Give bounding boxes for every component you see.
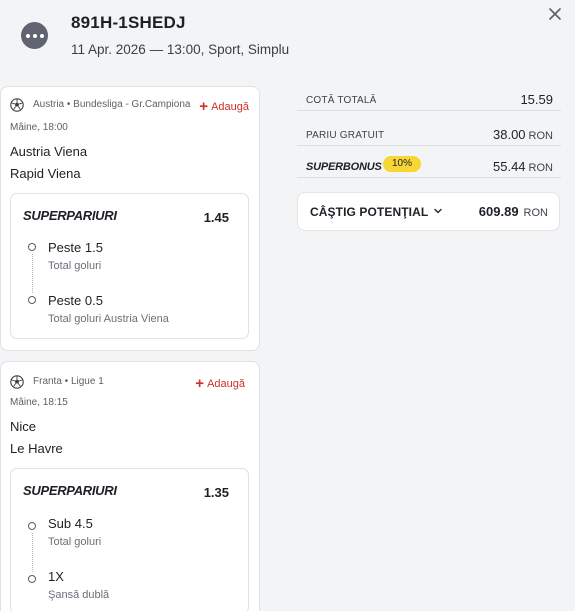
league-name: Franta • Ligue 1 (33, 376, 104, 387)
superpariuri-odd: 1.45 (203, 210, 229, 225)
currency-label: RON (523, 207, 548, 219)
leg-market: Total goluri (48, 536, 102, 548)
potential-win-amount: 609.89 RON (479, 204, 548, 219)
superpariuri-box: SUPERPARIURI 1.45 Peste 1.5 Total goluri… (10, 193, 249, 339)
leg-dot-icon (28, 575, 36, 583)
potential-win-toggle[interactable]: CÂŞTIG POTENŢIAL 609.89 RON (298, 193, 559, 230)
close-icon[interactable] (546, 5, 564, 23)
leg-market: Total goluri (48, 260, 102, 272)
potential-win-label: CÂŞTIG POTENŢIAL (310, 205, 429, 219)
home-team: Nice (10, 419, 37, 434)
plus-icon: + (199, 98, 209, 115)
league-row: Austria • Bundesliga - Gr.Campiona + Adau… (10, 98, 251, 115)
total-odds-value: 15.59 (520, 92, 553, 107)
soccer-ball-icon (10, 375, 24, 389)
leg-dot-icon (28, 296, 36, 304)
superbonus-amount: 55.44 RON (493, 159, 553, 174)
superbonus-value: 55.44 (493, 159, 526, 174)
superbonus-row: SUPERBONUS 10% 55.44 RON (297, 150, 561, 178)
leg-name: Peste 0.5 (48, 293, 103, 308)
away-team: Le Havre (10, 441, 63, 456)
superpariuri-title: SUPERPARIURI (23, 208, 117, 223)
free-bet-amount: 38.00 RON (493, 127, 553, 142)
add-button[interactable]: + Adaugă (195, 375, 245, 392)
ticket-header: 891H-1SHEDJ 11 Apr. 2026 — 13:00, Sport,… (0, 0, 575, 80)
soccer-ball-icon (10, 98, 24, 112)
league-row: Franta • Ligue 1 + Adaugă (10, 375, 251, 392)
currency-label: RON (528, 162, 553, 174)
more-options-icon[interactable] (21, 22, 48, 49)
event-card: Austria • Bundesliga - Gr.Campiona + Adau… (0, 86, 260, 351)
leg-market: Total goluri Austria Viena (48, 313, 169, 325)
add-label: Adaugă (207, 378, 245, 390)
event-card: Franta • Ligue 1 + Adaugă Mâine, 18:15 Ni… (0, 361, 260, 611)
leg-dot-icon (28, 243, 36, 251)
plus-icon: + (195, 375, 205, 392)
leg-connector (31, 533, 33, 572)
leg-market: Şansă dublă (48, 589, 110, 601)
match-time: Mâine, 18:15 (10, 397, 68, 408)
away-team: Rapid Viena (10, 166, 81, 181)
free-bet-label: PARIU GRATUIT (306, 130, 385, 141)
leg-name: 1X (48, 569, 64, 584)
leg-name: Sub 4.5 (48, 516, 93, 531)
potential-win-value: 609.89 (478, 204, 519, 219)
currency-label: RON (528, 130, 553, 142)
leg-name: Peste 1.5 (48, 240, 103, 255)
leg-dot-icon (28, 522, 36, 530)
chevron-down-icon (434, 208, 442, 214)
superbonus-percent-badge: 10% (383, 156, 422, 172)
free-bet-value: 38.00 (493, 127, 526, 142)
total-odds-label: COTĂ TOTALĂ (306, 95, 377, 106)
ticket-meta: 11 Apr. 2026 — 13:00, Sport, Simplu (71, 42, 290, 57)
ticket-id: 891H-1SHEDJ (71, 13, 186, 32)
league-name: Austria • Bundesliga - Gr.Campiona (33, 99, 191, 110)
home-team: Austria Viena (10, 144, 88, 159)
superpariuri-title: SUPERPARIURI (23, 483, 117, 498)
leg-connector (31, 254, 33, 293)
total-odds-row: COTĂ TOTALĂ 15.59 (297, 83, 561, 111)
add-button[interactable]: + Adaugă (199, 98, 249, 115)
superpariuri-box: SUPERPARIURI 1.35 Sub 4.5 Total goluri 1… (10, 468, 249, 611)
free-bet-row: PARIU GRATUIT 38.00 RON (297, 118, 561, 146)
add-label: Adaugă (211, 101, 249, 113)
match-time: Mâine, 18:00 (10, 122, 68, 133)
superpariuri-odd: 1.35 (203, 485, 229, 500)
superbonus-label: SUPERBONUS (306, 161, 382, 173)
